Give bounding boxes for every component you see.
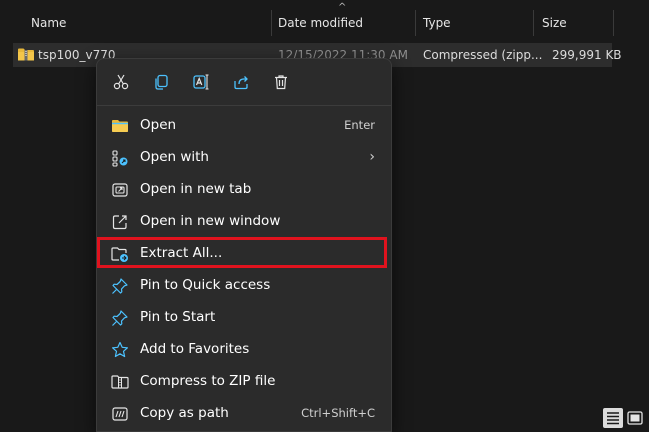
- menu-item-shortcut: Enter: [344, 118, 375, 132]
- menu-item-extract-all[interactable]: Extract All...: [97, 237, 391, 269]
- menu-item-add-to-favorites[interactable]: Add to Favorites: [97, 333, 391, 365]
- details-view-icon: [607, 412, 619, 425]
- share-icon: [234, 76, 248, 90]
- column-date-modified[interactable]: Date modified: [278, 16, 363, 30]
- chevron-right-icon: ›: [369, 149, 375, 165]
- sort-up-icon: ^: [338, 2, 347, 13]
- pin-icon: [112, 278, 128, 294]
- cut-button[interactable]: [109, 70, 133, 94]
- rename-icon: [193, 74, 209, 90]
- toolbar-separator: [97, 105, 391, 106]
- menu-item-shortcut: Ctrl+Shift+C: [301, 406, 375, 420]
- column-divider[interactable]: [271, 10, 272, 36]
- column-size[interactable]: Size: [542, 16, 567, 30]
- zip-folder-icon: [18, 48, 34, 61]
- menu-item-label: Pin to Quick access: [140, 277, 271, 293]
- folder-icon: [112, 120, 128, 132]
- star-icon: [112, 341, 128, 358]
- file-size: 299,991 KB: [552, 48, 622, 62]
- new-tab-icon: [112, 183, 128, 197]
- menu-item-label: Copy as path: [140, 405, 229, 421]
- rename-button[interactable]: [189, 70, 213, 94]
- column-type[interactable]: Type: [423, 16, 451, 30]
- menu-item-label: Open in new tab: [140, 181, 252, 197]
- cut-icon: [113, 74, 129, 90]
- zip-icon: [111, 375, 129, 389]
- menu-item-label: Compress to ZIP file: [140, 373, 276, 389]
- column-divider[interactable]: [533, 10, 534, 36]
- menu-item-copy-as-path[interactable]: Copy as path Ctrl+Shift+C: [97, 397, 391, 429]
- column-divider[interactable]: [415, 10, 416, 36]
- share-button[interactable]: [229, 70, 253, 94]
- menu-item-label: Open with: [140, 149, 209, 165]
- copy-path-icon: [112, 407, 128, 421]
- menu-item-compress-to-zip[interactable]: Compress to ZIP file: [97, 365, 391, 397]
- menu-item-label: Open: [140, 117, 177, 133]
- pin-icon: [112, 310, 128, 326]
- open-with-icon: [112, 150, 128, 167]
- menu-item-pin-to-start[interactable]: Pin to Start: [97, 301, 391, 333]
- tiles-view-button[interactable]: [625, 408, 645, 428]
- extract-icon: [111, 247, 128, 262]
- details-view-button[interactable]: [603, 408, 623, 428]
- menu-item-open-with[interactable]: Open with ›: [97, 141, 391, 173]
- column-name[interactable]: Name: [31, 16, 66, 30]
- file-type: Compressed (zipp...: [423, 48, 543, 62]
- delete-icon: [275, 75, 287, 90]
- column-divider[interactable]: [613, 10, 614, 36]
- new-window-icon: [112, 215, 127, 230]
- copy-icon: [155, 74, 168, 90]
- copy-button[interactable]: [149, 70, 173, 94]
- menu-item-open[interactable]: Open Enter: [97, 109, 391, 141]
- context-menu: Open Enter Open with › Open in new tab O…: [96, 58, 392, 432]
- delete-button[interactable]: [269, 70, 293, 94]
- menu-item-open-in-new-window[interactable]: Open in new window: [97, 205, 391, 237]
- menu-item-label: Open in new window: [140, 213, 281, 229]
- menu-item-label: Extract All...: [140, 245, 223, 261]
- tiles-view-icon: [627, 411, 643, 425]
- column-header: Name ^ Date modified Type Size: [0, 0, 649, 42]
- menu-item-label: Add to Favorites: [140, 341, 250, 357]
- menu-item-label: Pin to Start: [140, 309, 216, 325]
- menu-item-pin-to-quick-access[interactable]: Pin to Quick access: [97, 269, 391, 301]
- menu-item-open-in-new-tab[interactable]: Open in new tab: [97, 173, 391, 205]
